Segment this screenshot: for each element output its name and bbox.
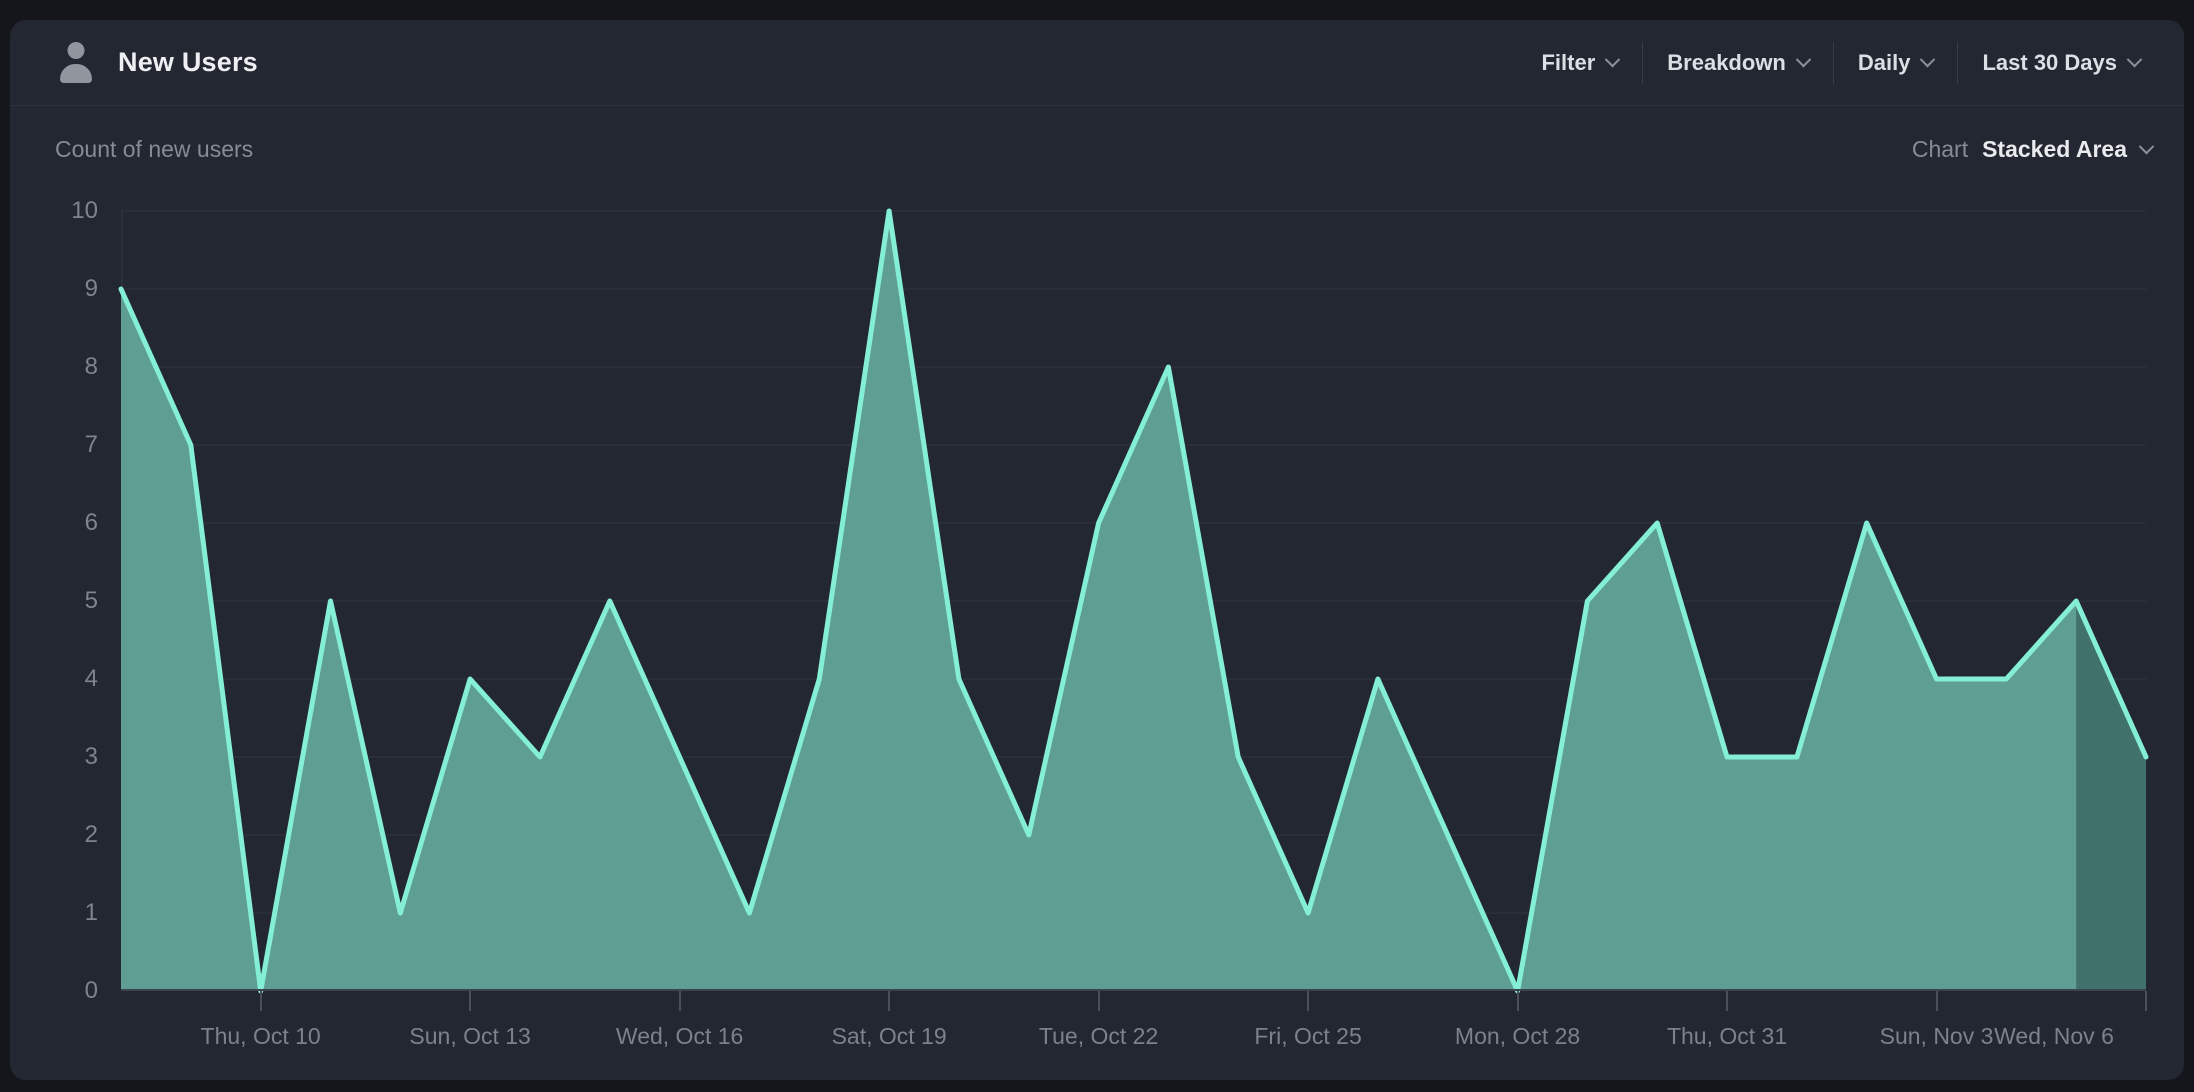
x-axis-tick — [2145, 991, 2147, 1011]
chart-select-caption: Chart — [1912, 136, 1968, 163]
y-axis-label: 6 — [85, 509, 98, 537]
chevron-down-icon — [2127, 52, 2143, 68]
x-axis-tick — [888, 991, 890, 1011]
date-range-dropdown[interactable]: Last 30 Days — [1958, 50, 2164, 76]
card-header: New Users Filter Breakdown Daily Last 30… — [10, 20, 2184, 106]
y-axis-label: 1 — [85, 899, 98, 927]
x-axis-label: Mon, Oct 28 — [1455, 1023, 1580, 1050]
x-axis-tick — [1517, 991, 1519, 1011]
y-axis-label: 3 — [85, 743, 98, 771]
x-axis-label: Sun, Oct 13 — [409, 1023, 530, 1050]
area-chart-svg — [121, 211, 2146, 991]
x-axis-tick — [469, 991, 471, 1011]
granularity-label: Daily — [1858, 50, 1911, 76]
metric-label: Count of new users — [55, 136, 253, 163]
chevron-down-icon — [2139, 139, 2155, 155]
y-axis-label: 5 — [85, 587, 98, 615]
chart-area: 012345678910 Thu, Oct 10Sun, Oct 13Wed, … — [10, 211, 2184, 991]
y-axis-label: 2 — [85, 821, 98, 849]
x-axis-tick — [1307, 991, 1309, 1011]
x-axis-label: Thu, Oct 10 — [201, 1023, 321, 1050]
y-axis-label: 10 — [71, 197, 98, 225]
x-axis-label: Sat, Oct 19 — [832, 1023, 947, 1050]
date-range-label: Last 30 Days — [1982, 50, 2117, 76]
x-axis-tick — [1726, 991, 1728, 1011]
breakdown-label: Breakdown — [1667, 50, 1786, 76]
x-axis-label: Tue, Oct 22 — [1039, 1023, 1158, 1050]
subheader: Count of new users Chart Stacked Area — [10, 106, 2184, 163]
chevron-down-icon — [1796, 52, 1812, 68]
chart-type-value: Stacked Area — [1982, 136, 2127, 163]
x-axis-label: Fri, Oct 25 — [1254, 1023, 1361, 1050]
y-axis-label: 8 — [85, 353, 98, 381]
title-group: New Users — [56, 40, 258, 86]
x-axis-tick — [1098, 991, 1100, 1011]
x-axis-tick — [1936, 991, 1938, 1011]
y-axis-label: 0 — [85, 977, 98, 1005]
chart-type-select[interactable]: Chart Stacked Area — [1912, 136, 2152, 163]
breakdown-dropdown[interactable]: Breakdown — [1643, 50, 1833, 76]
new-users-card: New Users Filter Breakdown Daily Last 30… — [10, 20, 2184, 1080]
y-axis-label: 4 — [85, 665, 98, 693]
x-axis-label: Wed, Nov 6 — [1994, 1023, 2114, 1050]
x-axis-label: Sun, Nov 3 — [1880, 1023, 1994, 1050]
user-icon-torso — [60, 64, 92, 83]
filter-dropdown[interactable]: Filter — [1517, 50, 1642, 76]
chevron-down-icon — [1605, 52, 1621, 68]
chevron-down-icon — [1920, 52, 1936, 68]
area-chart[interactable]: Thu, Oct 10Sun, Oct 13Wed, Oct 16Sat, Oc… — [121, 211, 2146, 991]
filter-label: Filter — [1541, 50, 1595, 76]
header-controls: Filter Breakdown Daily Last 30 Days — [1517, 20, 2164, 105]
x-axis: Thu, Oct 10 Sun, Oct 13 Wed, Oct 16 Sat, Oc… — [121, 991, 2146, 1061]
x-axis-label: Wed, Oct 16 — [616, 1023, 743, 1050]
x-axis-tick — [679, 991, 681, 1011]
y-axis: 012345678910 — [10, 211, 121, 991]
y-axis-label: 9 — [85, 275, 98, 303]
user-icon-head — [68, 42, 85, 59]
y-axis-label: 7 — [85, 431, 98, 459]
granularity-dropdown[interactable]: Daily — [1834, 50, 1958, 76]
x-axis-label: Thu, Oct 31 — [1667, 1023, 1787, 1050]
page-title: New Users — [118, 47, 258, 78]
user-icon — [56, 40, 96, 86]
x-axis-tick — [260, 991, 262, 1011]
